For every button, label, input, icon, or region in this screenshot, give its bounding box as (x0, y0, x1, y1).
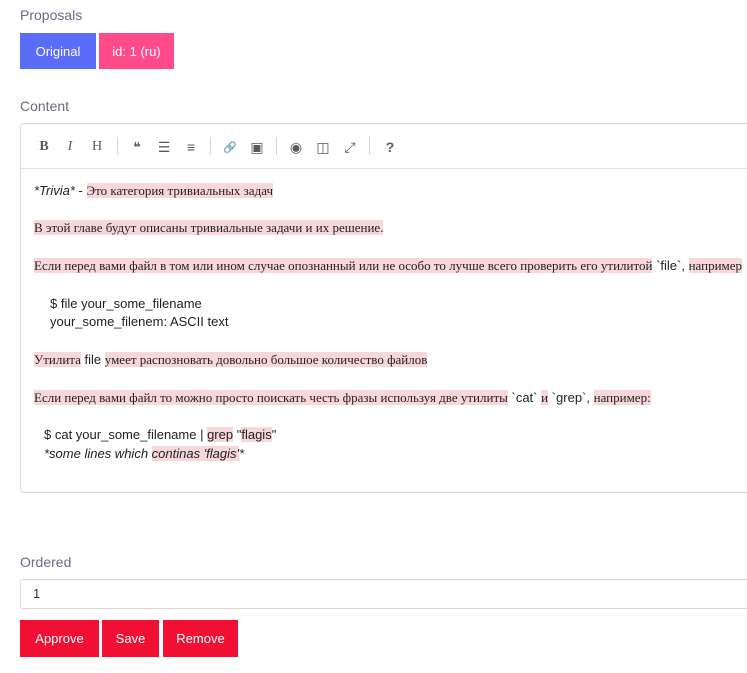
highlighted-text: В этой главе будут описаны тривиальные з… (34, 220, 384, 235)
help-icon[interactable]: ? (379, 136, 401, 158)
code-text: " (271, 427, 277, 442)
editor-toolbar: B I H ❝ ☰ ≡ 🔗 ▣ ◉ ◫ ⤢ ? (21, 124, 747, 169)
ordered-list-icon[interactable]: ≡ (180, 136, 202, 158)
code-line: your_some_filenem: ASCII text (50, 314, 229, 329)
save-button[interactable]: Save (102, 620, 159, 657)
content-label: Content (20, 98, 70, 114)
highlighted-text: Если перед вами файл в том или ином случ… (34, 258, 653, 273)
quote-icon[interactable]: ❝ (126, 136, 148, 158)
trivia-text: *Trivia* (34, 183, 75, 198)
link-icon[interactable]: 🔗 (219, 136, 241, 158)
highlighted-text: например: (593, 390, 651, 405)
content-line: Утилита file умеет распозновать довольно… (34, 352, 428, 368)
remove-button[interactable]: Remove (163, 620, 238, 657)
unordered-list-icon[interactable]: ☰ (153, 136, 175, 158)
highlighted-text: flagis (241, 427, 272, 442)
code-line: $ file your_some_filename (50, 296, 202, 311)
proposals-label: Proposals (20, 7, 83, 23)
bold-icon[interactable]: B (33, 136, 55, 158)
code-line: *some lines which continas 'flagis'* (44, 446, 244, 461)
italic-icon[interactable]: I (59, 136, 81, 158)
toolbar-separator (276, 137, 277, 155)
side-by-side-icon[interactable]: ◫ (312, 136, 334, 158)
ordered-input[interactable]: 1 (20, 579, 747, 609)
code-text: $ cat your_some_filename | (44, 427, 208, 442)
ordered-label: Ordered (20, 554, 72, 570)
preview-icon[interactable]: ◉ (285, 136, 307, 158)
highlighted-text: grep (207, 427, 234, 442)
highlighted-text: Это категория тривиальных задач (86, 183, 273, 198)
content-line: Если перед вами файл то можно просто пои… (34, 390, 651, 406)
content-line: *Trivia* - Это категория тривиальных зад… (34, 183, 273, 199)
toolbar-separator (369, 137, 370, 155)
code-text: `grep`, (548, 390, 594, 405)
highlighted-text: continas 'flagis' (151, 446, 239, 461)
toolbar-separator (117, 137, 118, 155)
code-line: $ cat your_some_filename | grep "flagis" (44, 427, 276, 442)
code-text: * (239, 446, 245, 461)
content-line: Если перед вами файл в том или ином случ… (34, 258, 743, 274)
content-line: В этой главе будут описаны тривиальные з… (34, 220, 384, 236)
fullscreen-icon[interactable]: ⤢ (339, 136, 361, 158)
highlighted-text: Если перед вами файл то можно просто пои… (34, 390, 508, 405)
code-text: file (80, 352, 105, 367)
toolbar-separator (210, 137, 211, 155)
code-text: *some lines which (44, 446, 152, 461)
highlighted-text: Утилита (34, 352, 81, 367)
ru-proposal-button[interactable]: id: 1 (ru) (99, 33, 174, 69)
heading-icon[interactable]: H (86, 136, 108, 158)
highlighted-text: например (688, 258, 743, 273)
highlighted-text: умеет распозновать довольно большое коли… (104, 352, 428, 367)
markdown-editor[interactable]: B I H ❝ ☰ ≡ 🔗 ▣ ◉ ◫ ⤢ ? *Trivia* - Это к… (20, 123, 747, 493)
code-text: `file`, (652, 258, 689, 273)
approve-button[interactable]: Approve (20, 620, 99, 657)
code-text: `cat` (507, 390, 542, 405)
original-proposal-button[interactable]: Original (20, 33, 96, 69)
image-icon[interactable]: ▣ (246, 136, 268, 158)
dash-text: - (74, 183, 87, 198)
